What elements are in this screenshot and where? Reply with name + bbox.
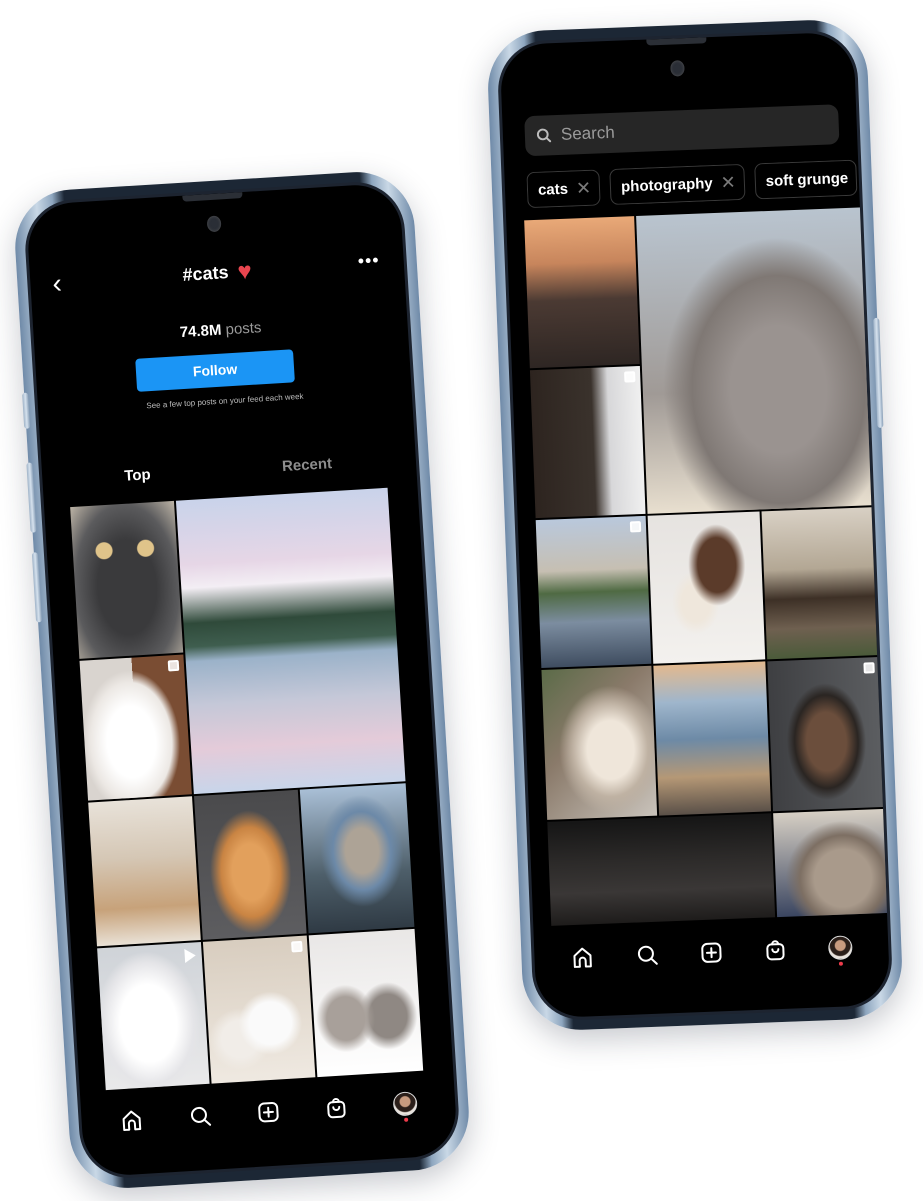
chip-soft-grunge[interactable]: soft grunge	[754, 159, 858, 200]
grid-post[interactable]	[761, 507, 880, 660]
grid-post[interactable]	[524, 216, 640, 369]
plus-square-icon	[258, 1101, 279, 1123]
grid-post[interactable]	[773, 808, 890, 918]
post-count-unit: posts	[225, 319, 262, 339]
grid-post[interactable]	[308, 928, 424, 1078]
chip-label: photography	[620, 174, 713, 196]
post-count-value: 74.8M	[179, 321, 222, 342]
chip-label: soft grunge	[765, 169, 849, 190]
avatar	[827, 935, 853, 961]
grid-post[interactable]	[529, 365, 646, 519]
nav-search[interactable]	[626, 934, 668, 976]
hashtag-name: #cats	[181, 262, 230, 285]
multiple-posts-icon	[629, 521, 642, 533]
speaker-notch	[182, 192, 243, 202]
close-icon[interactable]: ✕	[720, 172, 736, 194]
search-icon	[190, 1106, 211, 1126]
post-count: 74.8M posts	[33, 310, 407, 350]
filter-chips: cats ✕ photography ✕ soft grunge	[526, 159, 859, 209]
search-icon	[536, 128, 552, 143]
grid-post[interactable]	[653, 661, 772, 816]
nav-search[interactable]	[179, 1095, 221, 1137]
notification-dot	[403, 1117, 409, 1122]
multiple-posts-icon	[291, 940, 303, 953]
grid-post[interactable]	[647, 511, 766, 664]
nav-profile[interactable]	[384, 1083, 426, 1125]
chip-label: cats	[537, 180, 569, 199]
top-posts-grid	[70, 487, 424, 1091]
grid-post[interactable]	[202, 935, 316, 1084]
grid-post[interactable]	[175, 487, 406, 795]
nav-home[interactable]	[562, 937, 604, 979]
grid-post[interactable]	[299, 783, 415, 934]
multiple-posts-icon	[863, 662, 875, 674]
power-button	[873, 317, 884, 428]
grid-post[interactable]	[88, 796, 201, 947]
front-camera	[206, 215, 222, 233]
shopping-bag-icon	[766, 940, 785, 961]
ellipsis-icon[interactable]: •••	[357, 250, 380, 272]
notification-dot	[838, 961, 843, 966]
home-icon	[573, 947, 593, 968]
speaker-notch	[646, 37, 707, 46]
home-icon	[122, 1110, 142, 1132]
multiple-posts-icon	[167, 659, 180, 672]
nav-shop[interactable]	[315, 1087, 357, 1129]
explore-grid	[524, 207, 890, 926]
chip-photography[interactable]: photography ✕	[609, 163, 746, 205]
multiple-posts-icon	[624, 371, 636, 383]
phone-hashtag-screen: ‹ #cats ♥ ••• 74.8M posts Follow See a f…	[11, 168, 473, 1192]
volume-down-button	[31, 552, 43, 623]
avatar	[392, 1091, 418, 1117]
nav-create[interactable]	[691, 932, 733, 974]
tab-recent[interactable]: Recent	[282, 455, 333, 475]
grid-post[interactable]	[636, 207, 874, 514]
nav-create[interactable]	[247, 1091, 289, 1133]
follow-button[interactable]: Follow	[135, 349, 295, 392]
shopping-bag-icon	[327, 1098, 346, 1119]
search-bar[interactable]	[524, 104, 840, 157]
nav-home[interactable]	[111, 1099, 153, 1141]
follow-hint: See a few top posts on your feed each we…	[146, 391, 304, 411]
chip-cats[interactable]: cats ✕	[526, 169, 601, 209]
nav-profile[interactable]	[819, 927, 861, 969]
grid-post[interactable]	[97, 941, 210, 1091]
screen: cats ✕ photography ✕ soft grunge	[496, 28, 894, 1022]
grid-post[interactable]	[547, 813, 776, 926]
hashtag-title: #cats ♥	[30, 248, 405, 299]
grid-post[interactable]	[70, 500, 184, 659]
search-icon	[637, 945, 658, 965]
search-input[interactable]	[560, 115, 812, 145]
bottom-nav	[534, 921, 890, 985]
nav-shop[interactable]	[755, 929, 797, 971]
front-camera	[670, 60, 685, 77]
plus-square-icon	[701, 942, 722, 963]
screen: ‹ #cats ♥ ••• 74.8M posts Follow See a f…	[22, 179, 462, 1181]
grid-post[interactable]	[79, 654, 192, 801]
tab-top[interactable]: Top	[124, 466, 151, 485]
grid-post[interactable]	[535, 515, 652, 669]
volume-up-button	[26, 462, 37, 533]
hashtag-header: ‹ #cats ♥ •••	[29, 244, 405, 307]
phone-explore-screen: cats ✕ photography ✕ soft grunge	[485, 18, 905, 1032]
grid-post[interactable]	[767, 657, 885, 812]
play-icon	[184, 948, 197, 963]
heart-icon: ♥	[236, 257, 253, 286]
grid-post[interactable]	[194, 789, 307, 940]
close-icon[interactable]: ✕	[576, 177, 592, 199]
mute-switch	[22, 392, 31, 429]
grid-post[interactable]	[541, 665, 658, 820]
